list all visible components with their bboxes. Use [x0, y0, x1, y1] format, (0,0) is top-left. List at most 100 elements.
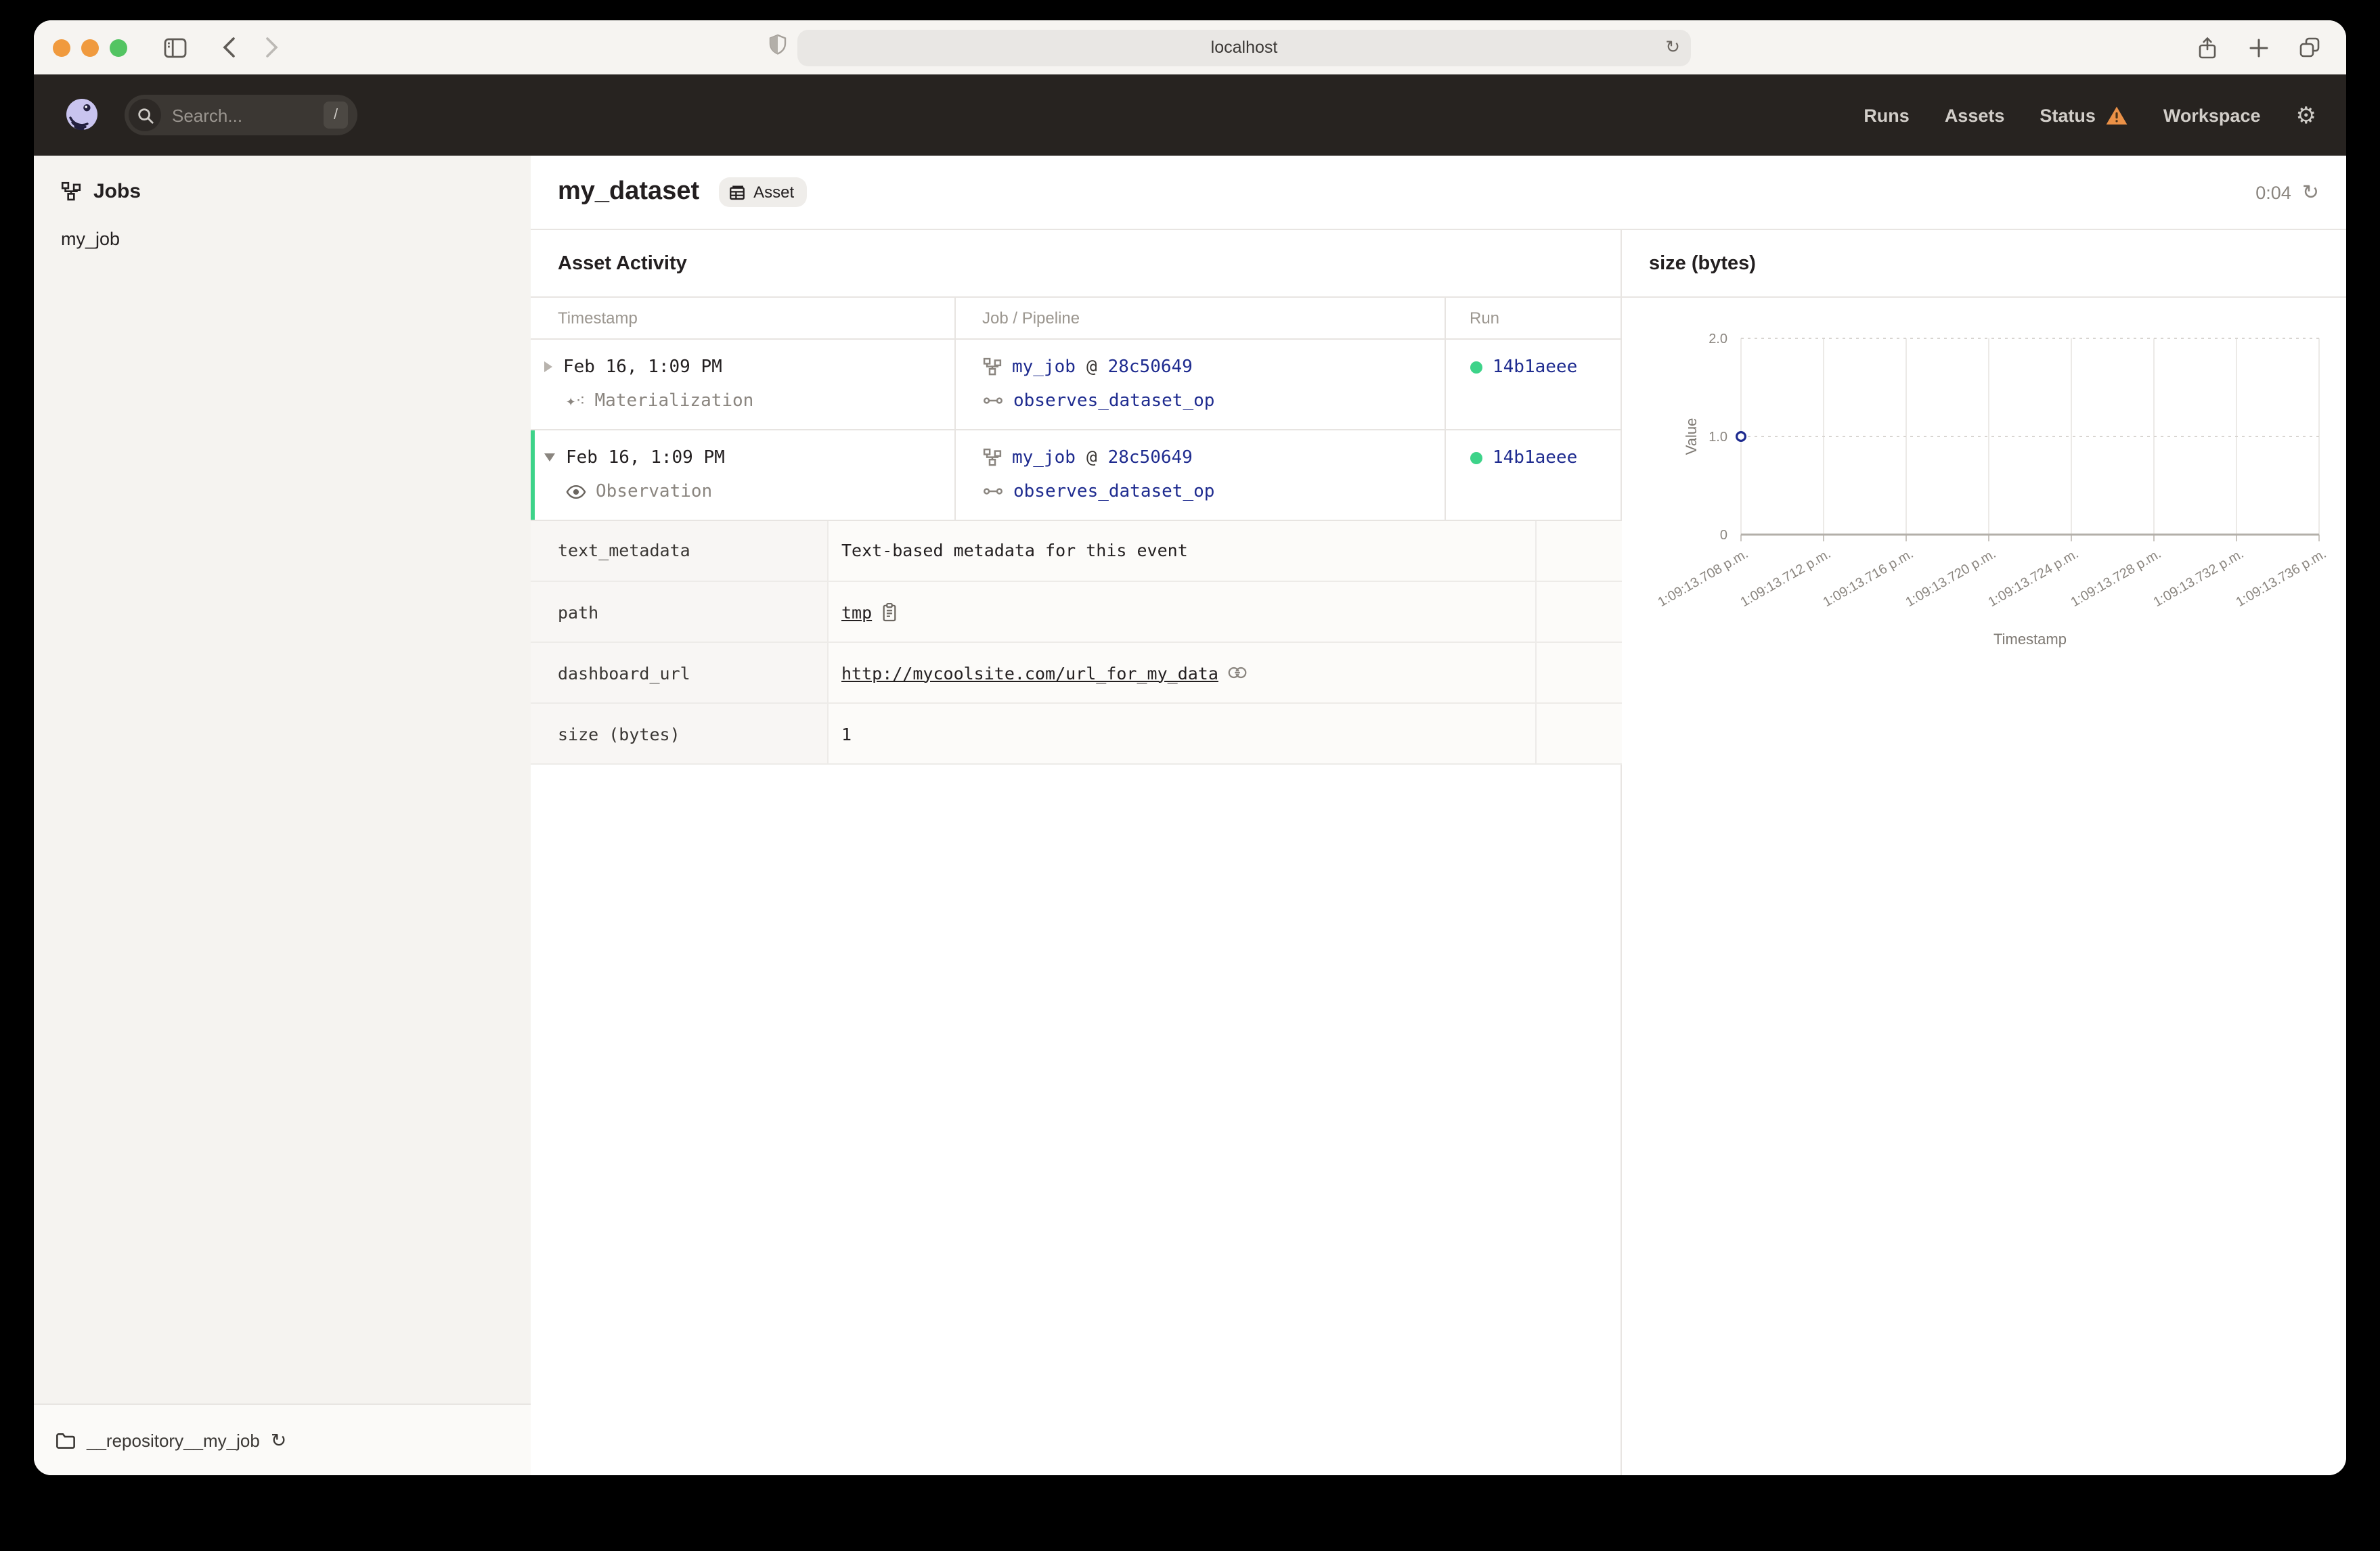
repository-bar: __repository__my_job ↻	[34, 1403, 531, 1475]
svg-text:1:09:13.732 p.m.: 1:09:13.732 p.m.	[2151, 546, 2247, 610]
event-timestamp: Feb 16, 1:09 PM	[563, 357, 722, 377]
folder-icon	[56, 1431, 76, 1449]
expand-chevron-icon[interactable]	[544, 361, 552, 372]
asset-badge: Asset	[718, 177, 807, 207]
nav-item-assets[interactable]: Assets	[1945, 105, 2005, 125]
svg-text:Timestamp: Timestamp	[1993, 631, 2067, 648]
close-window-button[interactable]	[53, 39, 70, 56]
back-button[interactable]	[211, 30, 246, 65]
search-icon	[129, 99, 161, 131]
settings-gear-icon[interactable]: ⚙	[2296, 104, 2317, 127]
svg-text:2.0: 2.0	[1709, 332, 1727, 346]
sidebar-item-my-job[interactable]: my_job	[34, 217, 531, 261]
refresh-timer: 0:04	[2255, 182, 2291, 202]
svg-text:1:09:13.724 p.m.: 1:09:13.724 p.m.	[1986, 546, 2081, 610]
metadata-plot-panel: size (bytes) 1:09:13.708 p.m. 1:09:13.712…	[1622, 230, 2346, 1475]
col-run: Run	[1444, 298, 1622, 339]
event-row-observation[interactable]: Feb 16, 1:09 PM Observation my_job @ 28c…	[531, 429, 1622, 520]
event-timestamp: Feb 16, 1:09 PM	[566, 447, 725, 468]
minimize-window-button[interactable]	[81, 39, 99, 56]
tab-overview-icon[interactable]	[2292, 30, 2327, 65]
svg-text:1:09:13.720 p.m.: 1:09:13.720 p.m.	[1903, 546, 1999, 610]
metadata-value: Text-based metadata for this event	[841, 540, 1188, 561]
run-id-link[interactable]: 14b1aeee	[1493, 357, 1577, 377]
metadata-value: 1	[841, 723, 852, 744]
event-row-materialization[interactable]: Feb 16, 1:09 PM ✦⁖ Materialization my_jo…	[531, 338, 1622, 430]
asset-activity-panel: Asset Activity Timestamp Job / Pipeline …	[531, 230, 1622, 1475]
left-sidebar: Jobs my_job __repository__my_job ↻	[34, 156, 531, 1475]
asset-table-icon	[728, 183, 745, 201]
run-tag-link[interactable]: 28c50649	[1108, 447, 1193, 468]
address-bar-url: localhost	[1210, 38, 1278, 57]
address-bar[interactable]: localhost ↻	[797, 29, 1691, 66]
collapse-chevron-icon[interactable]	[544, 453, 555, 462]
new-tab-icon[interactable]	[2241, 30, 2276, 65]
jobs-section-header: Jobs	[34, 156, 531, 217]
metadata-key: dashboard_url	[531, 642, 827, 704]
jobs-section-title: Jobs	[93, 180, 141, 203]
svg-text:1:09:13.708 p.m.: 1:09:13.708 p.m.	[1656, 546, 1751, 610]
job-icon	[982, 357, 1001, 376]
forward-button[interactable]	[255, 30, 290, 65]
sidebar-toggle-icon[interactable]	[157, 30, 192, 65]
metadata-plot: 1:09:13.708 p.m.1:09:13.712 p.m.1:09:13.…	[1656, 332, 2329, 648]
screen: localhost ↻ Search... / Runs Assets Stat…	[0, 0, 2380, 1551]
run-success-dot	[1470, 361, 1482, 373]
search-input[interactable]	[172, 105, 288, 125]
page-header: my_dataset Asset 0:04 ↻	[531, 156, 2346, 230]
search-shortcut-key: /	[324, 102, 348, 129]
plot-title: size (bytes)	[1622, 230, 2346, 298]
op-icon	[982, 394, 1002, 407]
event-type-label: Materialization	[594, 390, 754, 411]
page-title: my_dataset	[558, 177, 700, 206]
svg-text:Value: Value	[1683, 418, 1700, 455]
nav-item-runs[interactable]: Runs	[1864, 105, 1910, 125]
table-header-row: Timestamp Job / Pipeline Run	[531, 298, 1622, 339]
job-icon	[982, 448, 1001, 467]
job-link[interactable]: my_job	[1012, 447, 1076, 468]
privacy-shield-icon[interactable]	[769, 33, 787, 62]
app-navbar: / Runs Assets Status Workspace ⚙	[34, 74, 2346, 156]
path-value-link[interactable]: tmp	[841, 602, 872, 622]
asset-activity-title: Asset Activity	[531, 230, 1621, 298]
observation-eye-icon	[566, 484, 586, 499]
copy-icon[interactable]	[881, 602, 898, 622]
run-id-link[interactable]: 14b1aeee	[1493, 447, 1577, 468]
refresh-icon[interactable]: ↻	[2302, 180, 2319, 204]
metadata-key: path	[531, 581, 827, 643]
warning-icon	[2105, 105, 2128, 125]
share-icon[interactable]	[2189, 30, 2224, 65]
metadata-row: path tmp	[531, 581, 1622, 643]
reload-icon[interactable]: ↻	[1665, 36, 1680, 58]
global-search[interactable]: /	[125, 95, 357, 135]
event-metadata-table: text_metadata Text-based metadata for th…	[531, 520, 1622, 765]
nav-item-status[interactable]: Status	[2040, 105, 2128, 125]
traffic-lights	[53, 39, 127, 56]
op-link[interactable]: observes_dataset_op	[1013, 390, 1214, 411]
dagster-logo[interactable]	[64, 97, 100, 133]
op-link[interactable]: observes_dataset_op	[1013, 481, 1214, 501]
op-icon	[982, 485, 1002, 498]
metadata-row: dashboard_url http://mycoolsite.com/url_…	[531, 642, 1622, 704]
event-type-label: Observation	[596, 481, 713, 501]
browser-chrome: localhost ↻	[34, 20, 2346, 74]
asset-activity-table: Timestamp Job / Pipeline Run Feb 16, 1:0…	[531, 298, 1622, 520]
zoom-window-button[interactable]	[110, 39, 127, 56]
repository-name: __repository__my_job	[87, 1430, 260, 1450]
chrome-actions	[2189, 30, 2327, 65]
col-job-pipeline: Job / Pipeline	[954, 298, 1445, 339]
metadata-row: text_metadata Text-based metadata for th…	[531, 520, 1622, 582]
metadata-row: size (bytes) 1	[531, 703, 1622, 765]
run-tag-link[interactable]: 28c50649	[1108, 357, 1193, 377]
browser-window: localhost ↻ Search... / Runs Assets Stat…	[34, 20, 2346, 1475]
svg-text:1:09:13.736 p.m.: 1:09:13.736 p.m.	[2234, 546, 2329, 610]
nav-item-workspace[interactable]: Workspace	[2163, 105, 2261, 125]
svg-text:1:09:13.728 p.m.: 1:09:13.728 p.m.	[2069, 546, 2164, 610]
dashboard-url-link[interactable]: http://mycoolsite.com/url_for_my_data	[841, 662, 1218, 683]
col-timestamp: Timestamp	[531, 298, 954, 339]
workflow-icon	[61, 181, 81, 202]
link-icon[interactable]	[1228, 666, 1247, 679]
svg-text:1.0: 1.0	[1709, 430, 1727, 445]
repository-reload-icon[interactable]: ↻	[271, 1429, 286, 1452]
job-link[interactable]: my_job	[1012, 357, 1076, 377]
